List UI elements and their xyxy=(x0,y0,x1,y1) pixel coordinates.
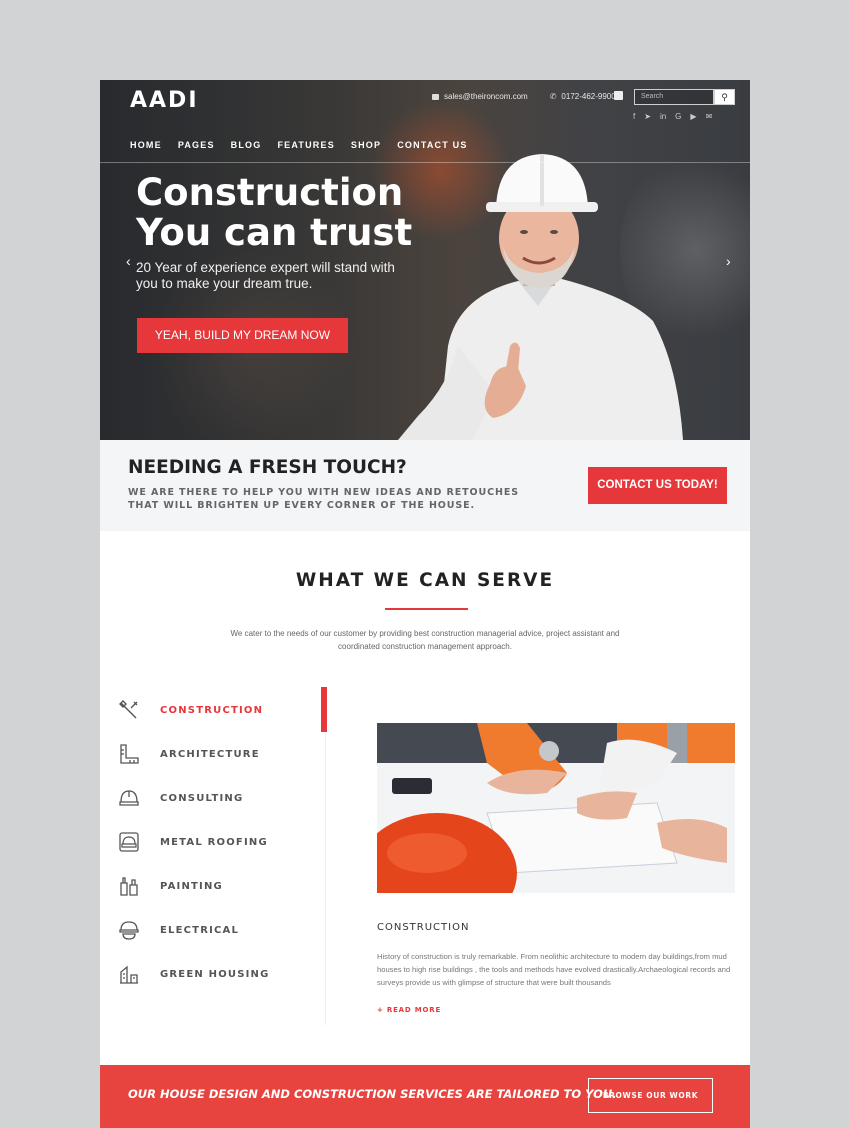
service-text: History of construction is truly remarka… xyxy=(377,952,731,987)
hero-title: Construction You can trust xyxy=(136,171,413,254)
phone-icon: ✆ xyxy=(549,92,557,101)
service-label: PAINTING xyxy=(160,880,223,892)
service-item-metal-roofing[interactable]: METAL ROOFING xyxy=(118,827,267,857)
hero-section: AADI sales@theironcom.com ✆ 0172-462-990… xyxy=(100,80,750,440)
nav-shop[interactable]: SHOP xyxy=(351,140,381,150)
social-links: f ➤ in G ▶ ✉ xyxy=(633,112,712,121)
search-input[interactable]: Search xyxy=(634,89,714,105)
service-label: ARCHITECTURE xyxy=(160,748,260,760)
tools-icon xyxy=(119,700,138,719)
service-item-consulting[interactable]: CONSULTING xyxy=(118,783,242,813)
envelope-icon xyxy=(432,93,439,100)
service-photo xyxy=(377,723,735,893)
prev-slide-icon[interactable]: ‹ xyxy=(126,253,131,269)
green-housing-icon xyxy=(120,965,138,984)
active-indicator xyxy=(321,687,327,732)
logo[interactable]: AADI xyxy=(130,88,199,113)
service-item-architecture[interactable]: ARCHITECTURE xyxy=(118,739,259,769)
read-more-link[interactable]: + READ MORE xyxy=(377,1006,441,1014)
nav-home[interactable]: HOME xyxy=(130,140,162,150)
search-button[interactable]: ⚲ xyxy=(714,89,735,105)
service-item-green-housing[interactable]: GREEN HOUSING xyxy=(118,959,268,989)
cart-icon[interactable] xyxy=(614,91,623,100)
page: AADI sales@theironcom.com ✆ 0172-462-990… xyxy=(100,80,750,1128)
electrical-icon xyxy=(119,921,139,940)
tailored-band: OUR HOUSE DESIGN AND CONSTRUCTION SERVIC… xyxy=(100,1065,750,1128)
title-underline xyxy=(385,608,468,610)
nav-features[interactable]: FEATURES xyxy=(277,140,334,150)
build-dream-button[interactable]: YEAH, BUILD MY DREAM NOW xyxy=(137,318,348,353)
service-label: ELECTRICAL xyxy=(160,924,240,936)
main-nav: HOME PAGES BLOG FEATURES SHOP CONTACT US xyxy=(130,140,484,150)
nav-blog[interactable]: BLOG xyxy=(231,140,262,150)
email-text[interactable]: sales@theironcom.com xyxy=(444,92,528,101)
roofing-icon xyxy=(119,832,139,852)
service-item-painting[interactable]: PAINTING xyxy=(118,871,222,901)
search-icon: ⚲ xyxy=(721,92,728,102)
hero-subtitle: 20 Year of experience expert will stand … xyxy=(136,260,395,291)
service-label: CONSTRUCTION xyxy=(160,704,264,716)
band-text: OUR HOUSE DESIGN AND CONSTRUCTION SERVIC… xyxy=(128,1087,617,1101)
services-title: WHAT WE CAN SERVE xyxy=(295,570,555,591)
next-slide-icon[interactable]: › xyxy=(726,253,731,269)
contact-info: sales@theironcom.com ✆ 0172-462-9900 xyxy=(432,92,616,101)
service-item-construction[interactable]: CONSTRUCTION xyxy=(118,695,262,725)
services-description: We cater to the needs of our customer by… xyxy=(230,629,620,651)
nav-pages[interactable]: PAGES xyxy=(178,140,215,150)
contact-us-button[interactable]: CONTACT US TODAY! xyxy=(588,467,727,504)
browse-work-button[interactable]: BROWSE OUR WORK xyxy=(588,1078,713,1113)
google-icon[interactable]: G xyxy=(675,112,681,121)
menu-divider xyxy=(325,687,326,1025)
cta-text: WE ARE THERE TO HELP YOU WITH NEW IDEAS … xyxy=(128,487,519,511)
ruler-icon xyxy=(120,744,139,764)
linkedin-icon[interactable]: in xyxy=(660,112,666,121)
service-item-electrical[interactable]: ELECTRICAL xyxy=(118,915,238,945)
phone-text: 0172-462-9900 xyxy=(561,92,616,101)
construction-photo-image xyxy=(377,723,735,893)
helmet-icon xyxy=(119,790,139,806)
cta-title: NEEDING A FRESH TOUCH? xyxy=(128,457,407,478)
mail-icon[interactable]: ✉ xyxy=(706,112,713,121)
service-label: METAL ROOFING xyxy=(160,836,268,848)
nav-divider xyxy=(100,162,750,163)
facebook-icon[interactable]: f xyxy=(633,112,635,121)
service-label: CONSULTING xyxy=(160,792,244,804)
nav-contact-us[interactable]: CONTACT US xyxy=(397,140,467,150)
service-label: GREEN HOUSING xyxy=(160,968,270,980)
twitter-icon[interactable]: ➤ xyxy=(644,112,651,121)
service-caption: CONSTRUCTION xyxy=(377,922,470,933)
paint-icon xyxy=(120,877,138,896)
youtube-icon[interactable]: ▶ xyxy=(690,112,696,121)
